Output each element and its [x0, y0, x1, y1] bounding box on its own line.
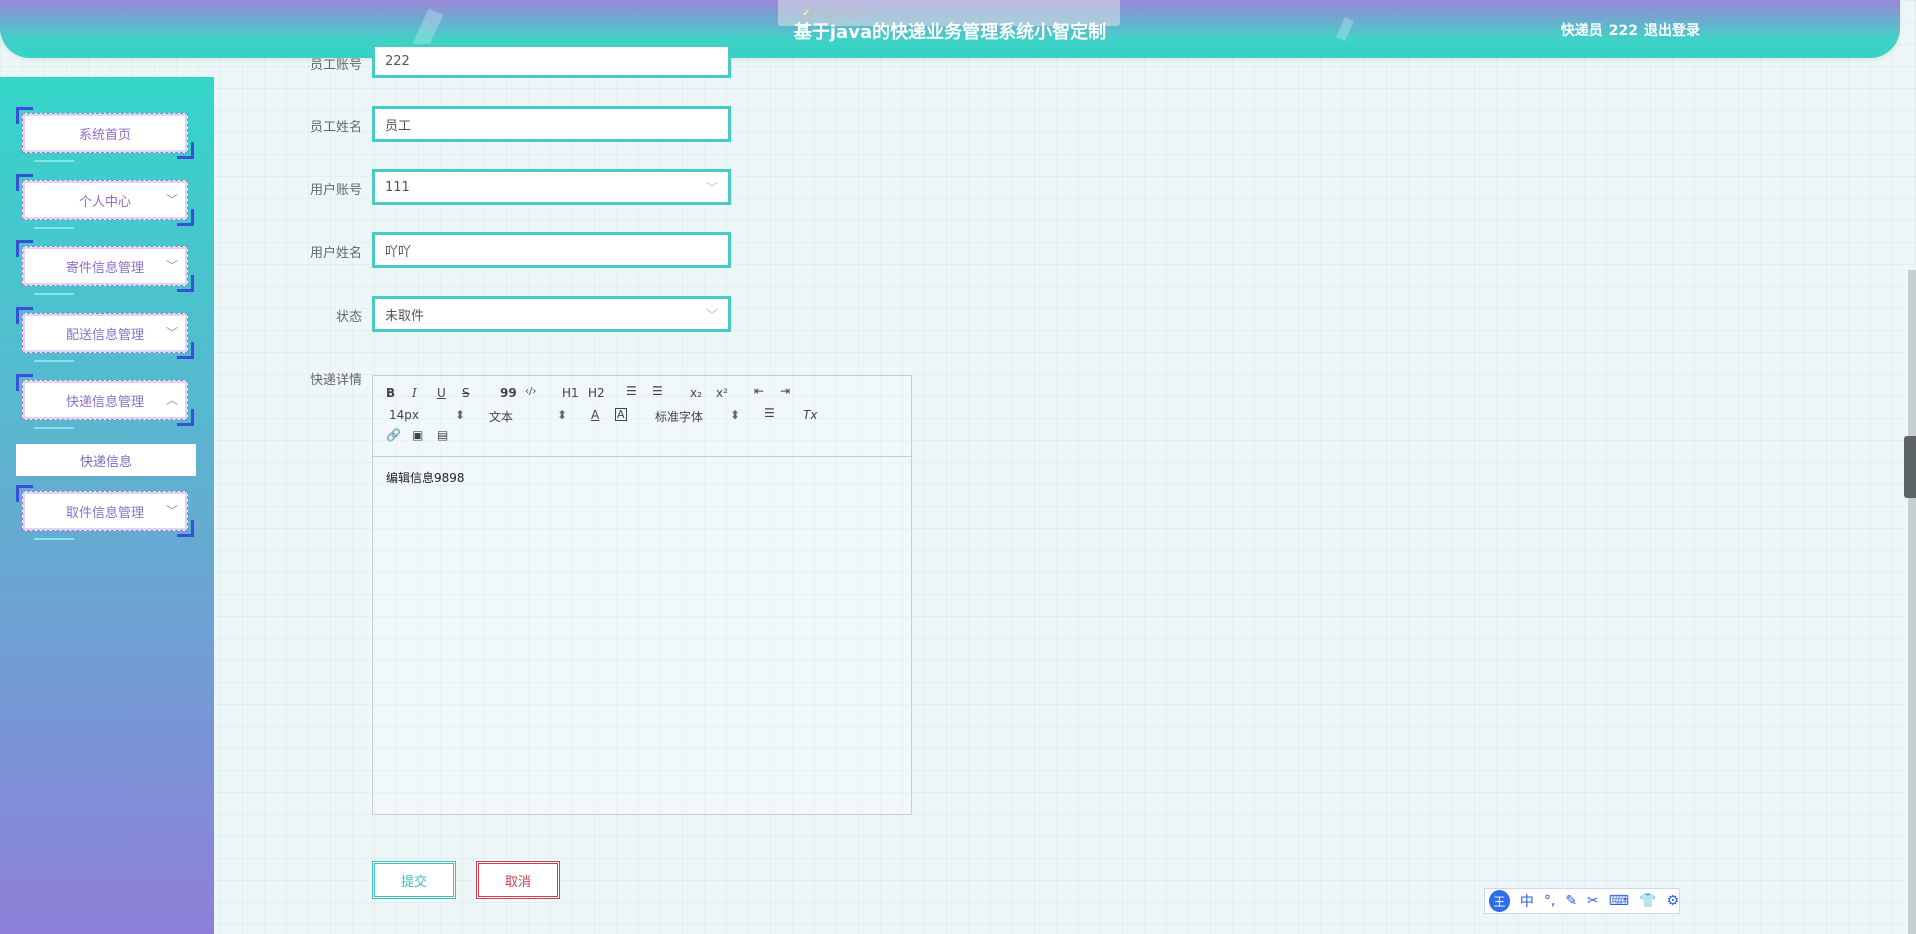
font-size-select[interactable]: 14px	[389, 408, 419, 422]
updown-icon: ⬍	[730, 408, 741, 422]
font-color-icon[interactable]: A	[591, 408, 599, 422]
video-icon[interactable]: ▤	[437, 428, 448, 442]
page-scrollbar[interactable]	[1908, 270, 1916, 934]
sidebar-item-delivery[interactable]: 配送信息管理 ﹀	[16, 307, 194, 362]
chevron-down-icon: ﹀	[705, 308, 718, 322]
submit-button[interactable]: 提交	[372, 861, 456, 899]
chevron-down-icon: ﹀	[165, 504, 178, 518]
user-role: 快递员	[1560, 23, 1603, 39]
employee-account-value: 222	[385, 53, 410, 69]
sidebar-item-label: 配送信息管理	[22, 313, 188, 353]
h1-button[interactable]: H1	[562, 386, 579, 400]
ime-logo[interactable]: 王	[1489, 890, 1510, 912]
status-value: 未取件	[385, 308, 425, 324]
sidebar-item-label: 取件信息管理	[22, 491, 188, 531]
superscript-button[interactable]: x²	[716, 386, 728, 400]
punctuation-icon[interactable]: °,	[1544, 893, 1555, 909]
clear-format-button[interactable]: Tx	[803, 408, 817, 422]
quote-button[interactable]: 99	[500, 386, 517, 400]
submenu-item-express-info[interactable]: 快递信息	[16, 444, 196, 476]
italic-button[interactable]: I	[412, 386, 417, 400]
chevron-down-icon: ﹀	[165, 259, 178, 273]
line-decoration	[34, 293, 74, 295]
cancel-button[interactable]: 取消	[476, 861, 560, 899]
sidebar-item-home[interactable]: 系统首页	[16, 107, 194, 162]
status-select[interactable]: 未取件 ﹀	[372, 296, 731, 332]
line-decoration	[34, 227, 74, 229]
link-icon[interactable]: 🔗	[386, 428, 401, 442]
employee-account-label: 员工账号	[309, 58, 362, 73]
align-icon[interactable]: ☰	[764, 406, 775, 420]
user-account-select[interactable]: 111 ﹀	[372, 169, 731, 205]
rich-text-editor: B I U S 99 ‹/› H1 H2 ☰ ☰ x₂ x² ⇤ ⇥ 14px …	[372, 375, 912, 815]
sidebar-item-label: 寄件信息管理	[22, 246, 188, 286]
indent-icon[interactable]: ⇥	[780, 384, 790, 398]
top-header: ✓ 操作成功 基于java的快递业务管理系统小智定制 快递员 222 退出登录	[0, 0, 1900, 58]
ordered-list-icon[interactable]: ☰	[626, 384, 637, 398]
gear-icon[interactable]: ⚙	[1666, 893, 1679, 909]
underline-button[interactable]: U	[437, 386, 446, 400]
subscript-button[interactable]: x₂	[690, 386, 702, 400]
h2-button[interactable]: H2	[588, 386, 605, 400]
text-type-select[interactable]: 文本	[489, 408, 513, 425]
scissors-icon[interactable]: ✂	[1587, 893, 1599, 909]
bold-button[interactable]: B	[386, 386, 395, 400]
outdent-icon[interactable]: ⇤	[754, 384, 764, 398]
ime-mode[interactable]: 中	[1520, 891, 1534, 911]
code-button[interactable]: ‹/›	[525, 386, 536, 397]
line-decoration	[34, 160, 74, 162]
updown-icon: ⬍	[557, 408, 568, 422]
editor-content[interactable]: 编辑信息9898	[373, 457, 911, 498]
details-label: 快递详情	[309, 373, 362, 388]
chevron-up-icon: ︿	[165, 393, 178, 407]
strike-button[interactable]: S	[462, 386, 470, 400]
updown-icon: ⬍	[455, 408, 466, 422]
sidebar-item-personal-center[interactable]: 个人中心 ﹀	[16, 174, 194, 229]
employee-name-field[interactable]: 员工	[372, 106, 731, 142]
line-decoration	[34, 538, 74, 540]
user-name: 222	[1608, 23, 1638, 39]
sidebar-item-label: 系统首页	[22, 113, 188, 153]
skin-icon[interactable]: 👕	[1639, 893, 1656, 909]
sidebar-item-label: 快递信息管理	[22, 380, 188, 420]
chevron-down-icon: ﹀	[705, 181, 718, 195]
user-name-label: 用户姓名	[309, 246, 362, 261]
ime-toolbar: 王 中 °, ✎ ✂ ⌨ 👕 ⚙	[1484, 888, 1680, 914]
employee-name-label: 员工姓名	[309, 120, 362, 135]
sidebar-item-label: 个人中心	[22, 180, 188, 220]
employee-name-value: 员工	[385, 118, 412, 134]
bullet-list-icon[interactable]: ☰	[652, 384, 663, 398]
background-color-icon[interactable]: A	[615, 408, 627, 421]
chevron-down-icon: ﹀	[165, 326, 178, 340]
user-account-label: 用户账号	[309, 183, 362, 198]
font-family-select[interactable]: 标准字体	[655, 408, 703, 425]
sidebar-item-pickup[interactable]: 取件信息管理 ﹀	[16, 485, 194, 540]
sidebar-item-express[interactable]: 快递信息管理 ︿	[16, 374, 194, 429]
chevron-down-icon: ﹀	[165, 193, 178, 207]
keyboard-icon[interactable]: ⌨	[1609, 893, 1629, 909]
sidebar: 系统首页 个人中心 ﹀ 寄件信息管理 ﹀ 配送信息管理 ﹀ 快递信息管理 ︿ 快…	[0, 77, 214, 934]
status-label: 状态	[335, 310, 362, 325]
user-account-value: 111	[385, 179, 410, 195]
image-icon[interactable]: ▣	[412, 428, 423, 442]
pen-icon[interactable]: ✎	[1565, 893, 1577, 909]
employee-account-field[interactable]: 222	[372, 44, 731, 78]
logout-link[interactable]: 退出登录	[1644, 23, 1700, 39]
line-decoration	[34, 360, 74, 362]
user-name-field[interactable]: 吖吖	[372, 232, 731, 268]
scrollbar-thumb[interactable]	[1904, 436, 1916, 498]
editor-toolbar: B I U S 99 ‹/› H1 H2 ☰ ☰ x₂ x² ⇤ ⇥ 14px …	[373, 376, 911, 457]
line-decoration	[34, 427, 74, 429]
sidebar-item-sending[interactable]: 寄件信息管理 ﹀	[16, 240, 194, 295]
user-area: 快递员 222 退出登录	[1555, 20, 1700, 40]
user-name-value: 吖吖	[385, 244, 412, 260]
